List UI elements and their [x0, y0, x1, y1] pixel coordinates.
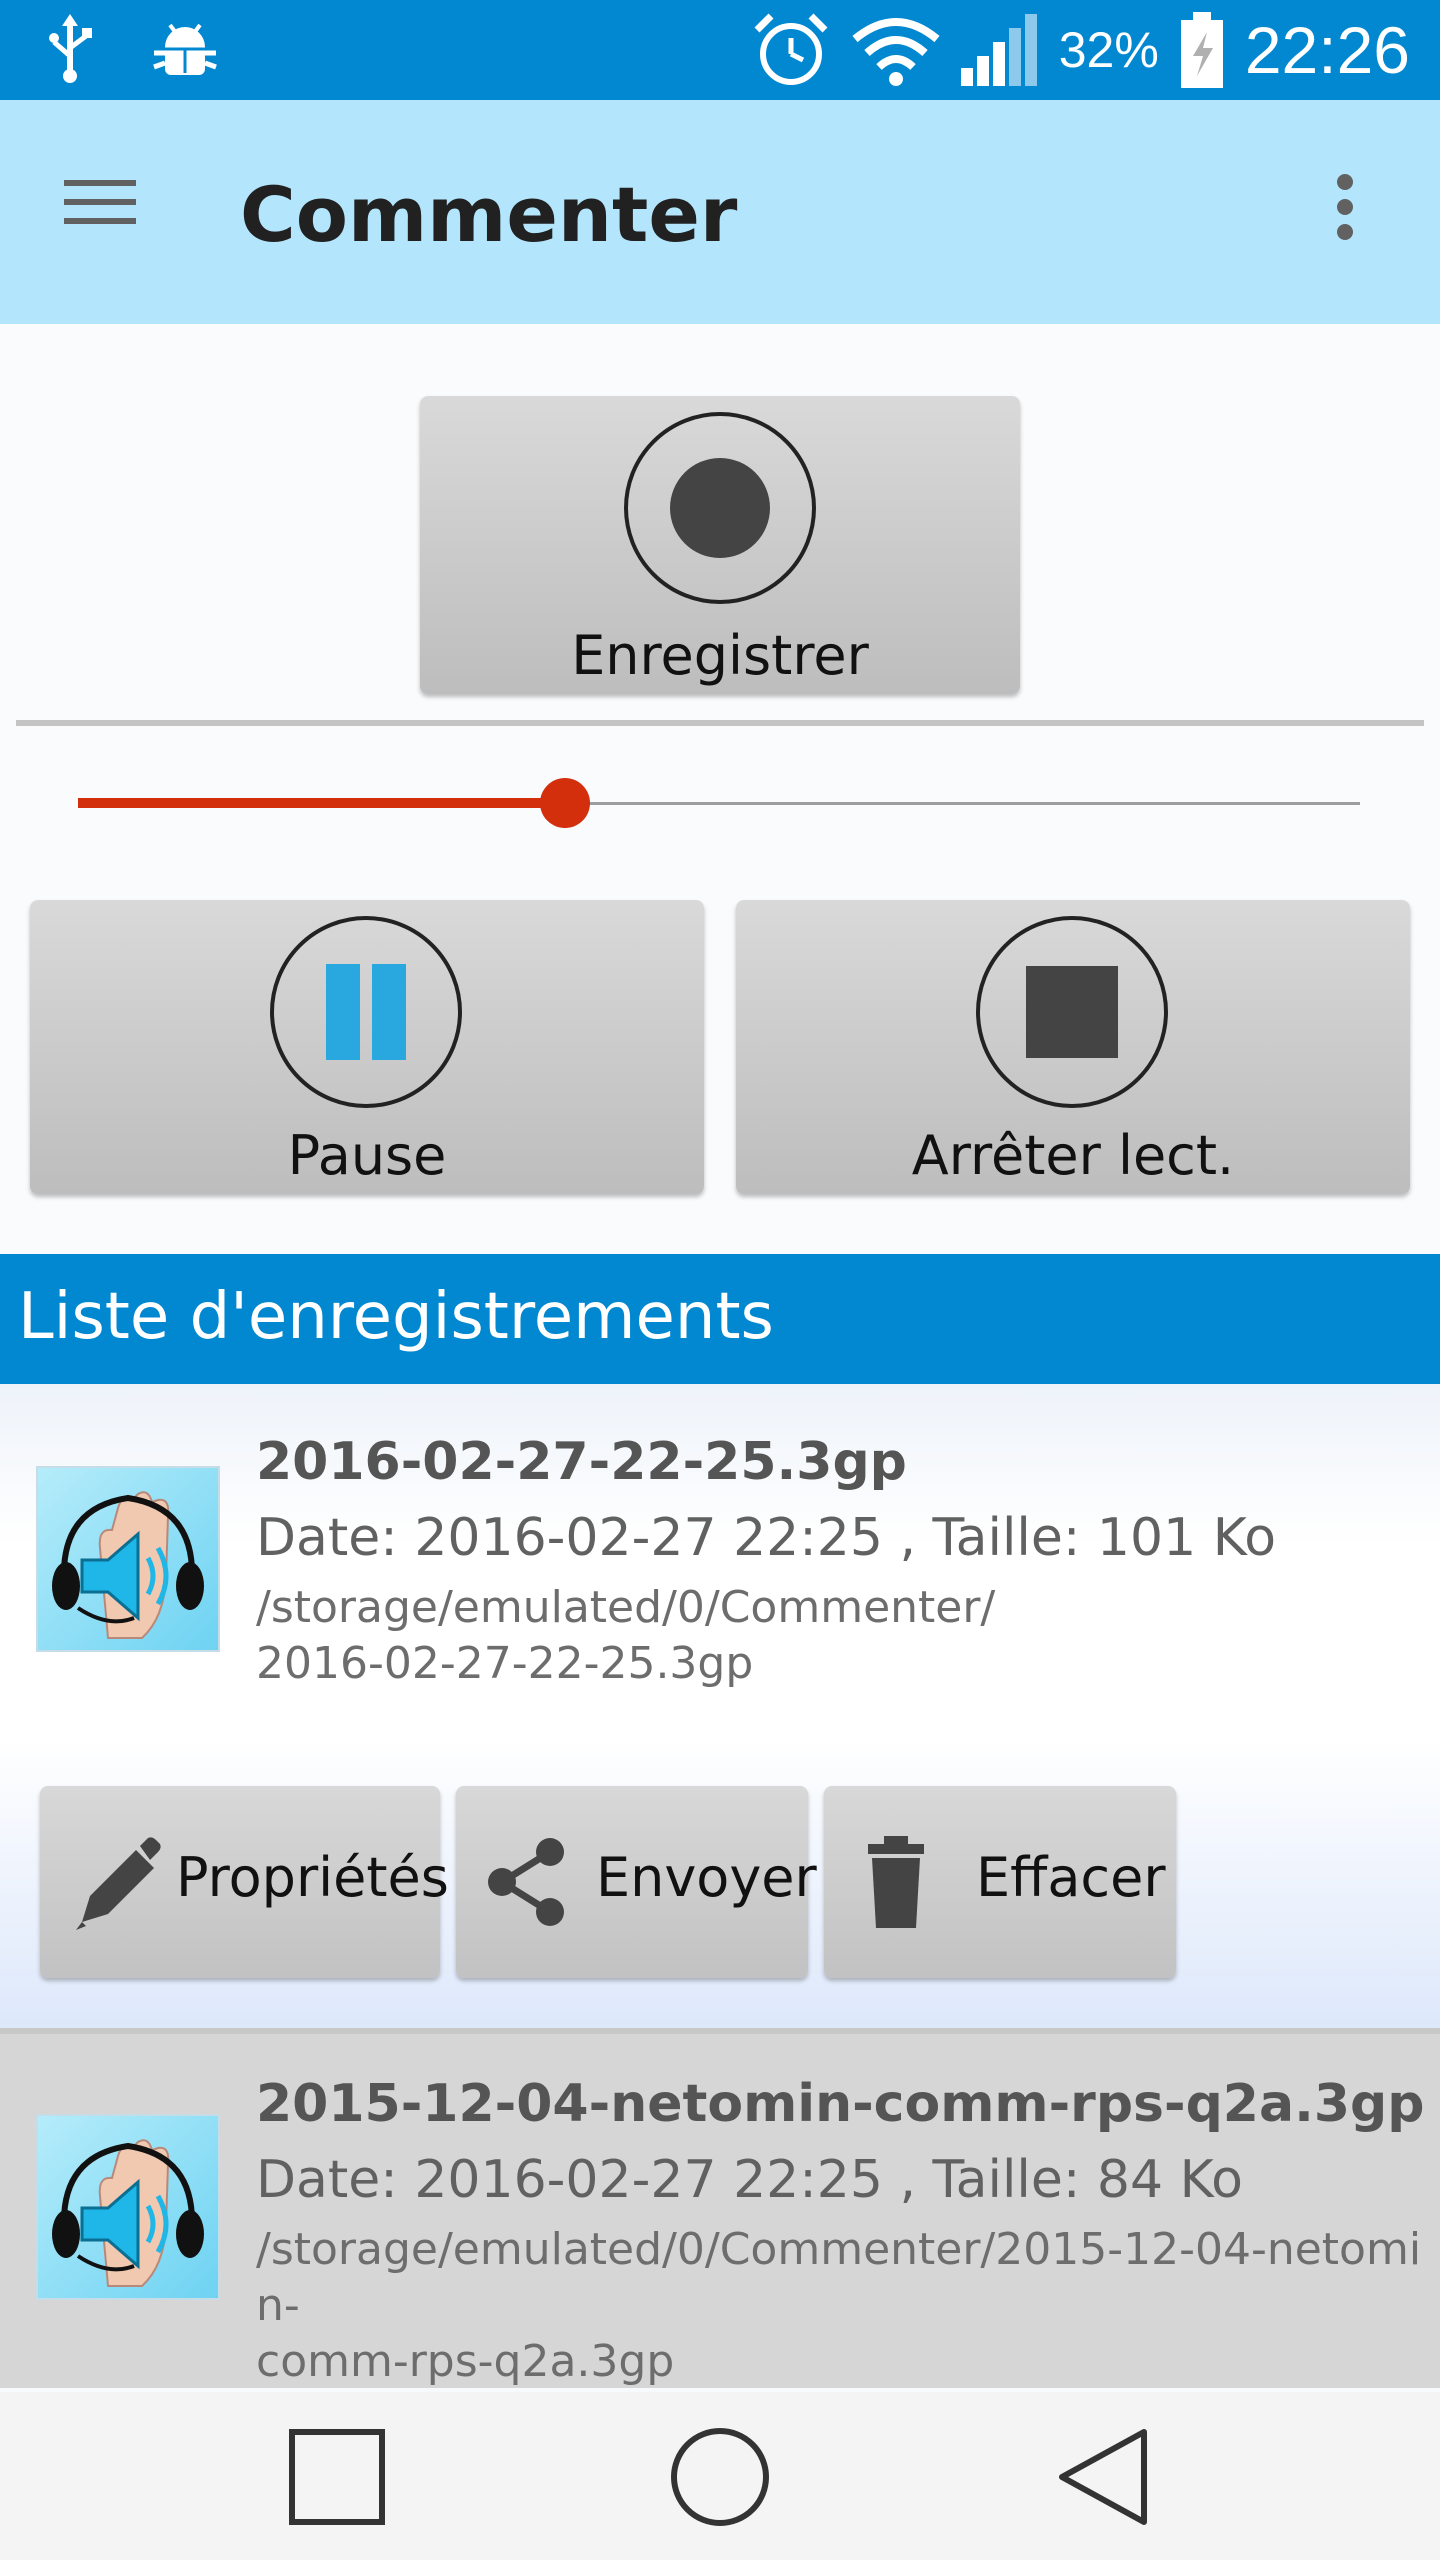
recording-thumbnail	[36, 2114, 220, 2300]
app-bar: Commenter	[0, 100, 1440, 324]
list-item[interactable]: 2016-02-27-22-25.3gp Date: 2016-02-27 22…	[0, 1384, 1440, 2028]
share-icon	[488, 1838, 564, 1926]
pause-button[interactable]: Pause	[30, 900, 704, 1194]
stop-playback-label: Arrêter lect.	[911, 1124, 1235, 1187]
send-button[interactable]: Envoyer	[456, 1786, 817, 1978]
pause-icon	[270, 916, 462, 1108]
recording-thumbnail	[36, 1466, 220, 1652]
home-button[interactable]	[660, 2422, 780, 2532]
status-right: 32% 22:26	[749, 8, 1410, 92]
home-icon	[671, 2428, 769, 2526]
recording-path-line1: /storage/emulated/0/Commenter/2015-12-04…	[256, 2224, 1422, 2331]
battery-percent: 32%	[1058, 22, 1159, 78]
hamburger-menu-icon	[64, 180, 136, 224]
battery-charging-icon	[1180, 12, 1223, 88]
pause-label: Pause	[287, 1124, 447, 1187]
pencil-icon	[76, 1837, 161, 1930]
signal-icon	[960, 14, 1037, 86]
list-item[interactable]: 2015-12-04-netomin-comm-rps-q2a.3gp Date…	[0, 2028, 1440, 2388]
navigation-drawer-button[interactable]	[62, 172, 162, 252]
recording-path: /storage/emulated/0/Commenter/ 2016-02-2…	[256, 1580, 1436, 1692]
recording-meta: Date: 2016-02-27 22:25 , Taille: 101 Ko	[256, 1508, 1277, 1568]
record-label: Enregistrer	[571, 624, 869, 687]
recording-path: /storage/emulated/0/Commenter/2015-12-04…	[256, 2222, 1436, 2390]
recording-path-line1: /storage/emulated/0/Commenter/	[256, 1582, 996, 1633]
recordings-list-title: Liste d'enregistrements	[18, 1280, 774, 1354]
system-navigation-bar	[0, 2392, 1440, 2560]
stop-icon	[976, 916, 1168, 1108]
stop-playback-button[interactable]: Arrêter lect.	[736, 900, 1410, 1194]
delete-button[interactable]: Effacer	[824, 1786, 1176, 1978]
status-bar: 32% 22:26	[0, 0, 1440, 100]
usb-icon	[49, 14, 92, 83]
wifi-icon	[852, 18, 940, 86]
recording-path-line2: 2016-02-27-22-25.3gp	[256, 1638, 754, 1689]
delete-label: Effacer	[976, 1846, 1166, 1909]
send-label: Envoyer	[596, 1846, 817, 1909]
player-controls: Enregistrer Pause Arrêter lect.	[0, 324, 1440, 1254]
recording-filename: 2016-02-27-22-25.3gp	[256, 1432, 907, 1492]
app-title: Commenter	[240, 170, 738, 259]
android-debug-icon	[153, 23, 217, 75]
record-icon	[624, 412, 816, 604]
recording-meta: Date: 2016-02-27 22:25 , Taille: 84 Ko	[256, 2150, 1243, 2210]
seek-progress	[78, 798, 566, 808]
back-button[interactable]	[1044, 2422, 1164, 2532]
back-icon	[1059, 2429, 1147, 2525]
trash-icon	[868, 1836, 924, 1928]
properties-button[interactable]: Propriétés	[40, 1786, 449, 1978]
recording-filename: 2015-12-04-netomin-comm-rps-q2a.3gp	[256, 2074, 1425, 2134]
alarm-icon	[754, 13, 828, 85]
record-button[interactable]: Enregistrer	[420, 396, 1020, 694]
headset-speaker-icon	[52, 2139, 204, 2287]
status-left	[40, 12, 220, 88]
seek-bar[interactable]	[78, 764, 1360, 844]
properties-label: Propriétés	[176, 1846, 449, 1909]
recents-icon	[289, 2429, 385, 2525]
more-vert-icon	[1337, 174, 1353, 240]
recording-path-line2: comm-rps-q2a.3gp	[256, 2336, 675, 2387]
overflow-menu-button[interactable]	[1330, 172, 1400, 252]
recents-button[interactable]	[278, 2422, 398, 2532]
divider	[16, 720, 1424, 726]
clock: 22:26	[1244, 13, 1410, 87]
seek-thumb[interactable]	[540, 778, 591, 828]
headset-speaker-icon	[52, 1491, 204, 1639]
recordings-list-header: Liste d'enregistrements	[0, 1254, 1440, 1384]
